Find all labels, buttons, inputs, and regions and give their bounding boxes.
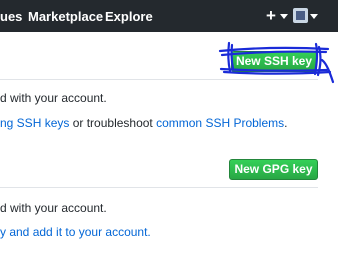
top-navigation-bar: ues Marketplace Explore + bbox=[0, 0, 338, 32]
ssh-description: d with your account. bbox=[0, 91, 107, 105]
gpg-divider bbox=[0, 187, 318, 188]
chevron-down-icon[interactable] bbox=[310, 14, 318, 19]
avatar[interactable] bbox=[293, 8, 308, 23]
common-ssh-problems-link[interactable]: common SSH Problems bbox=[156, 116, 284, 130]
nav-marketplace[interactable]: Marketplace bbox=[28, 9, 103, 24]
ssh-keys-link[interactable]: ng SSH keys bbox=[0, 116, 69, 130]
gpg-description: d with your account. bbox=[0, 201, 107, 215]
new-gpg-key-button[interactable]: New GPG key bbox=[229, 159, 318, 180]
nav-explore[interactable]: Explore bbox=[105, 9, 153, 24]
gpg-generate-link[interactable]: y and add it to your account. bbox=[0, 225, 151, 239]
ssh-help-end: . bbox=[284, 116, 288, 130]
new-ssh-key-button[interactable]: New SSH key bbox=[231, 51, 317, 72]
plus-icon[interactable]: + bbox=[266, 6, 276, 26]
ssh-help-mid: or troubleshoot bbox=[69, 116, 157, 130]
gpg-help-text: y and add it to your account. bbox=[0, 225, 151, 239]
ssh-help-text: ng SSH keys or troubleshoot common SSH P… bbox=[0, 116, 287, 130]
chevron-down-icon[interactable] bbox=[280, 14, 288, 19]
ssh-divider bbox=[0, 79, 318, 80]
nav-issues[interactable]: ues bbox=[0, 9, 22, 24]
